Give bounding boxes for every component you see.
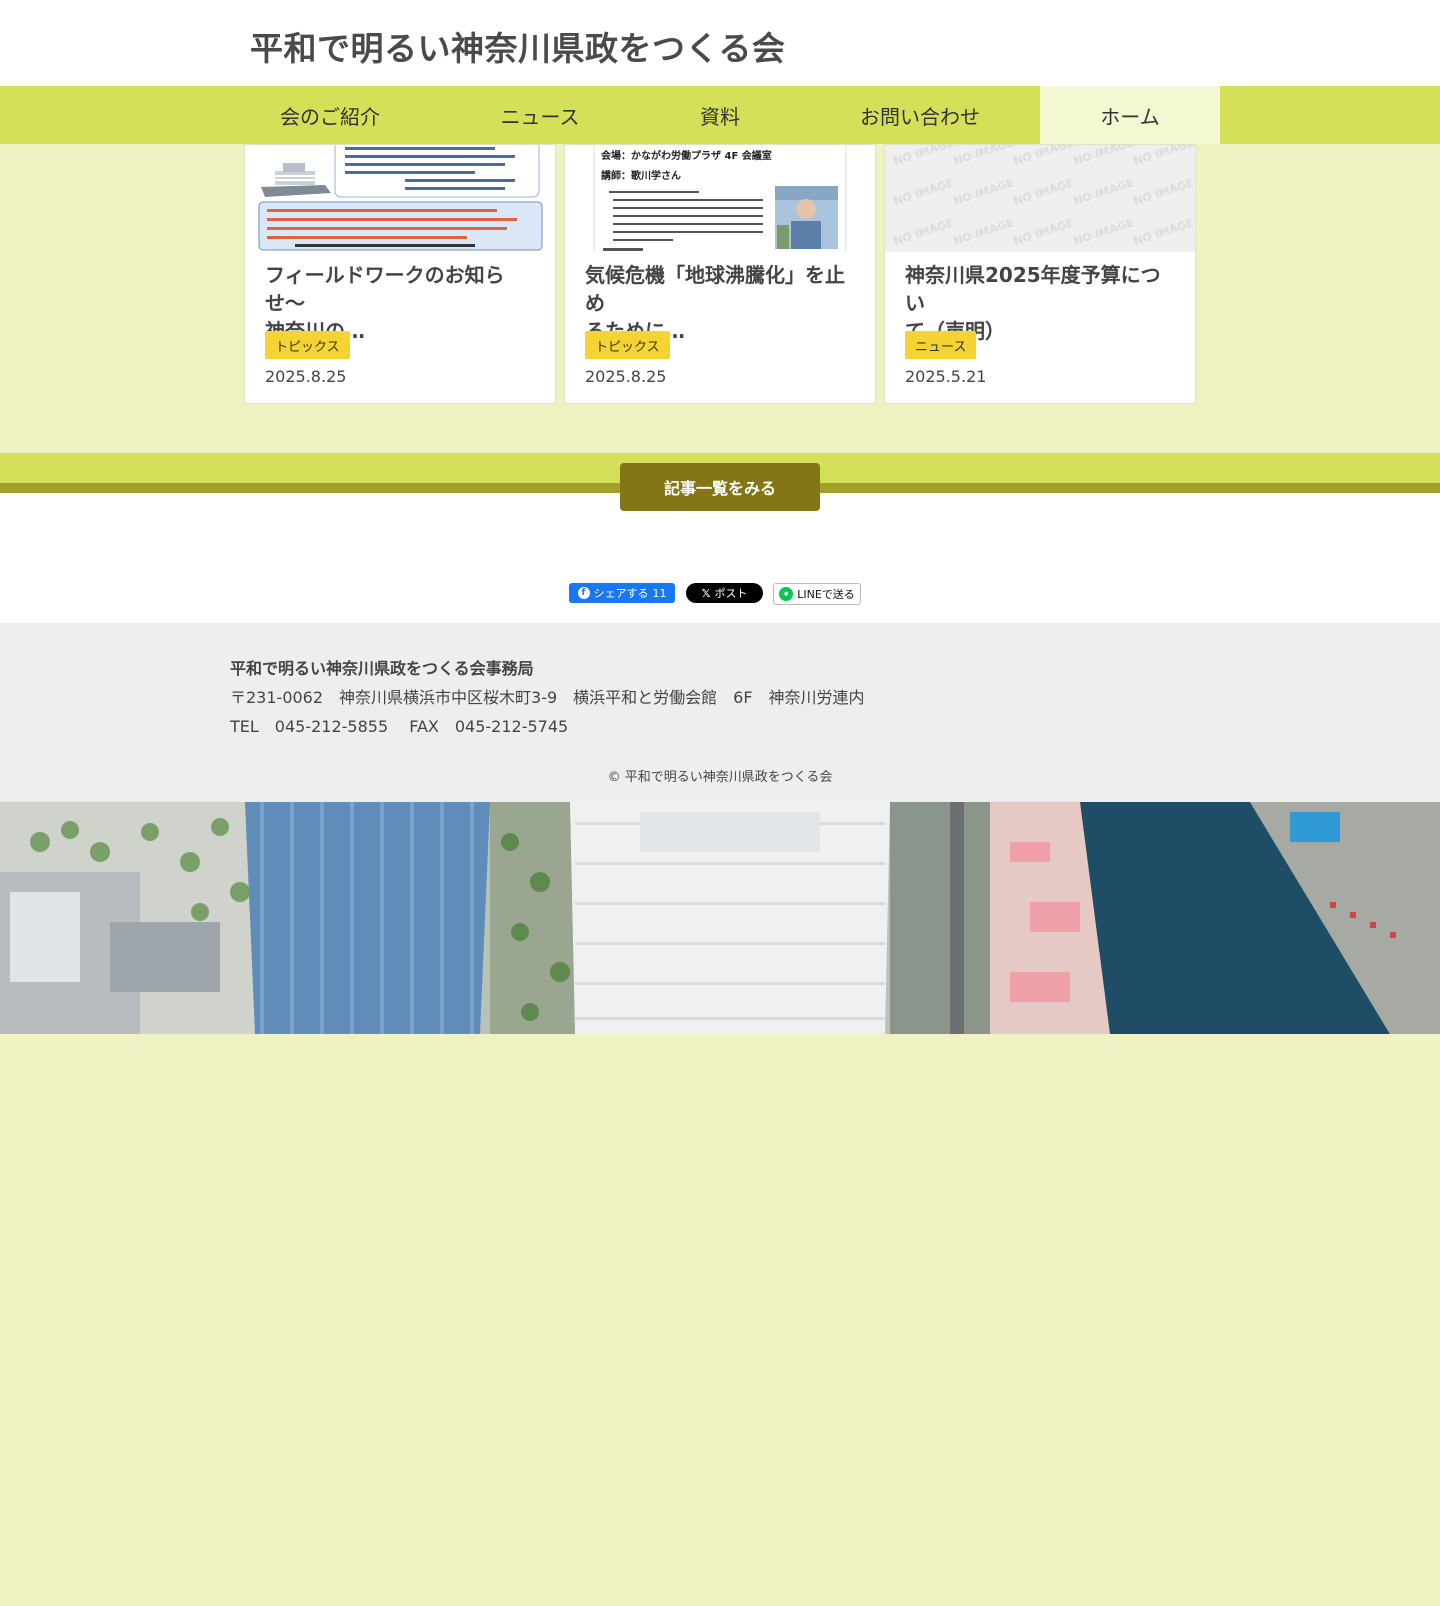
x-post-label: ポスト xyxy=(714,587,748,600)
post-date: 2025.8.25 xyxy=(265,367,347,386)
line-icon: ● xyxy=(779,587,794,601)
post-title-line: 神奈川県2025年度予算につい xyxy=(905,263,1161,315)
flyer-thumbnail-image: 会場：かながわ労働プラザ 4F 会議室 講師：歌川学さん xyxy=(565,145,875,252)
site-footer: 平和で明るい神奈川県政をつくる会事務局 〒231-0062 神奈川県横浜市中区桜… xyxy=(0,623,1440,802)
post-date: 2025.8.25 xyxy=(585,367,667,386)
nav-item-news[interactable]: ニュース xyxy=(440,86,640,144)
post-title-line: 気候危機「地球沸騰化」を止め xyxy=(585,263,845,315)
no-image-thumbnail[interactable]: NO IMAGE NO IMAGE NO IMAGE NO IMAGE NO I… xyxy=(885,145,1195,252)
nav-item-about[interactable]: 会のご紹介 xyxy=(240,86,420,144)
facebook-share-button[interactable]: f シェアする 11 xyxy=(569,583,675,603)
flyer-lecturer-text: 講師：歌川学さん xyxy=(601,169,681,182)
no-image-placeholder: NO IMAGE NO IMAGE NO IMAGE NO IMAGE NO I… xyxy=(885,145,1195,252)
category-badge[interactable]: トピックス xyxy=(585,331,670,359)
footer-org-name: 平和で明るい神奈川県政をつくる会事務局 xyxy=(230,659,534,678)
site-header: 平和で明るい神奈川県政をつくる会 xyxy=(0,0,1440,86)
post-date: 2025.5.21 xyxy=(905,367,987,386)
x-icon: 𝕏 xyxy=(701,586,711,600)
line-share-label: LINEで送る xyxy=(797,588,855,601)
nav-item-contact[interactable]: お問い合わせ xyxy=(820,86,1020,144)
facebook-icon: f xyxy=(577,587,590,599)
x-post-button[interactable]: 𝕏 ポスト xyxy=(686,583,763,603)
share-section xyxy=(0,493,1440,623)
post-thumbnail[interactable] xyxy=(245,145,555,252)
line-share-button[interactable]: ● LINEで送る xyxy=(773,583,861,605)
yokohama-aerial-image xyxy=(0,802,1440,1034)
flyer-thumbnail-image xyxy=(245,145,555,252)
post-card[interactable]: NO IMAGE NO IMAGE NO IMAGE NO IMAGE NO I… xyxy=(884,144,1196,404)
post-card[interactable]: 会場：かながわ労働プラザ 4F 会議室 講師：歌川学さん 気候危機「地球沸騰化」… xyxy=(564,144,876,404)
footer-tel-fax: TEL 045-212-5855 FAX 045-212-5745 xyxy=(230,717,569,736)
copyright: © 平和で明るい神奈川県政をつくる会 xyxy=(607,770,833,785)
site-title[interactable]: 平和で明るい神奈川県政をつくる会 xyxy=(250,22,785,70)
nav-item-documents[interactable]: 資料 xyxy=(640,86,800,144)
footer-address: 〒231-0062 神奈川県横浜市中区桜木町3-9 横浜平和と労働会館 6F 神… xyxy=(230,688,865,707)
post-card[interactable]: フィールドワークのお知らせ〜 神奈川の… トピックス 2025.8.25 xyxy=(244,144,556,404)
category-badge[interactable]: トピックス xyxy=(265,331,350,359)
facebook-share-count: 11 xyxy=(652,586,667,600)
nav-item-home[interactable]: ホーム xyxy=(1040,86,1220,144)
post-title-line: フィールドワークのお知らせ〜 xyxy=(265,263,505,315)
aerial-city-photo xyxy=(0,802,1440,1034)
main-nav: 会のご紹介 ニュース 資料 お問い合わせ ホーム xyxy=(0,86,1440,144)
facebook-share-label: シェアする xyxy=(593,587,649,600)
category-badge[interactable]: ニュース xyxy=(905,331,977,359)
post-thumbnail[interactable]: 会場：かながわ労働プラザ 4F 会議室 講師：歌川学さん xyxy=(565,145,875,252)
view-all-posts-button[interactable]: 記事一覧をみる xyxy=(620,463,820,511)
flyer-venue-text: 会場：かながわ労働プラザ 4F 会議室 xyxy=(601,149,772,162)
